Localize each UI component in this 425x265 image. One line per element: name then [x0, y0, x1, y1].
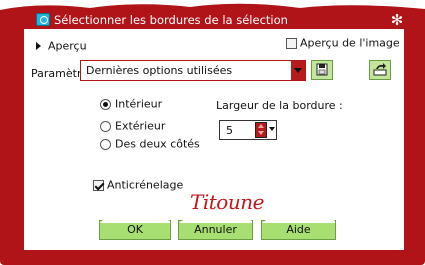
expand-triangle-icon	[36, 42, 41, 50]
chevron-down-icon[interactable]	[291, 61, 305, 80]
chevron-down-icon[interactable]	[269, 127, 275, 131]
ok-button[interactable]: OK	[99, 217, 171, 240]
radio-inside-label: Intérieur	[115, 97, 163, 111]
checkbox-icon	[93, 179, 104, 191]
title-bar: Sélectionner les bordures de la sélectio…	[0, 6, 425, 28]
save-preset-button[interactable]	[311, 60, 333, 80]
params-selected-value: Dernières options utilisées	[86, 64, 233, 77]
radio-both[interactable]: Des deux côtés	[100, 137, 200, 151]
preview-toggle[interactable]: Aperçu	[36, 39, 87, 53]
radio-outside-label: Extérieur	[115, 119, 166, 133]
help-label: Aide	[286, 223, 311, 236]
radio-icon	[100, 98, 111, 110]
radio-outside[interactable]: Extérieur	[100, 119, 165, 133]
border-width-value: 5	[226, 124, 233, 137]
radio-both-label: Des deux côtés	[115, 137, 200, 151]
antialias-checkbox[interactable]: Anticrénelage	[93, 178, 183, 192]
params-dropdown[interactable]: Dernières options utilisées	[80, 60, 306, 81]
radio-inside[interactable]: Intérieur	[100, 97, 162, 111]
radio-icon	[100, 138, 111, 150]
ok-label: OK	[127, 223, 143, 236]
snow-decoration	[100, 217, 170, 223]
preview-image-label: Aperçu de l'image	[300, 36, 400, 50]
window-title: Sélectionner les bordures de la sélectio…	[54, 13, 288, 27]
antialias-label: Anticrénelage	[107, 178, 184, 192]
snow-decoration	[179, 217, 252, 223]
reset-button[interactable]	[369, 60, 391, 80]
cancel-label: Annuler	[194, 223, 237, 236]
radio-icon	[100, 120, 111, 132]
dialog-window: Sélectionner les bordures de la sélectio…	[0, 0, 425, 265]
preview-image-checkbox[interactable]: Aperçu de l'image	[286, 36, 400, 50]
preview-label: Aperçu	[48, 39, 87, 53]
border-width-label: Largeur de la bordure :	[216, 99, 343, 112]
snow-decoration	[262, 217, 335, 223]
close-icon[interactable]: ✻	[390, 13, 404, 28]
checkbox-icon	[286, 37, 297, 49]
spin-arrows-icon[interactable]	[255, 122, 267, 138]
signature: Titoune	[190, 190, 264, 214]
app-icon	[36, 13, 50, 26]
dialog-body: Aperçu Aperçu de l'image Paramètres Dern…	[24, 29, 404, 250]
cancel-button[interactable]: Annuler	[178, 217, 253, 240]
help-button[interactable]: Aide	[261, 217, 336, 240]
border-width-stepper[interactable]: 5	[219, 120, 277, 140]
reset-icon	[373, 63, 387, 76]
floppy-icon	[316, 63, 328, 76]
